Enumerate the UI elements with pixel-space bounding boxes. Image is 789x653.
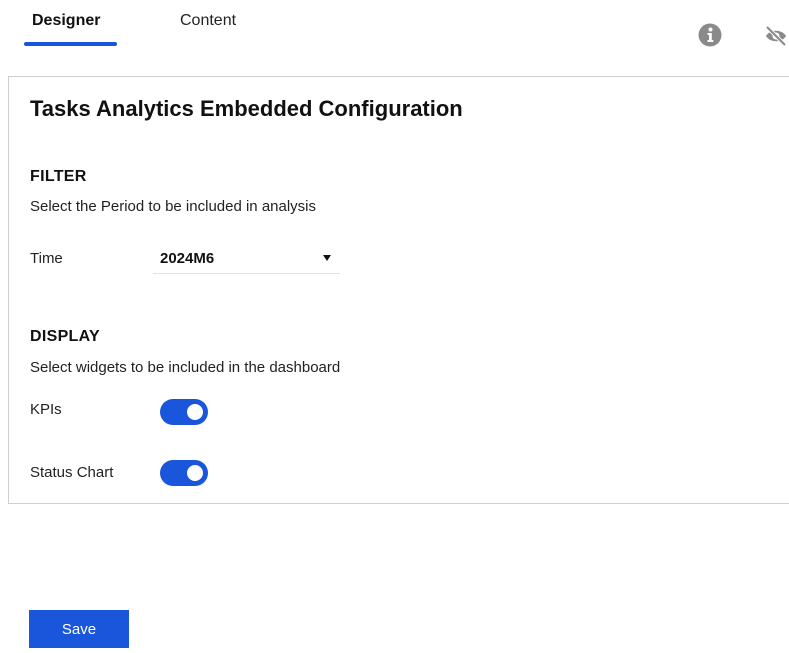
filter-section-title: FILTER <box>30 168 87 185</box>
time-label: Time <box>30 250 63 267</box>
dropdown-arrow-icon <box>323 255 331 261</box>
save-button[interactable]: Save <box>29 610 129 648</box>
status-chart-toggle[interactable] <box>160 460 208 486</box>
toggle-knob <box>187 404 203 420</box>
tab-content[interactable]: Content <box>180 12 236 30</box>
active-tab-indicator <box>24 42 117 46</box>
tab-designer[interactable]: Designer <box>32 12 100 30</box>
kpis-toggle[interactable] <box>160 399 208 425</box>
kpis-label: KPIs <box>30 401 62 418</box>
panel-title: Tasks Analytics Embedded Configuration <box>30 96 463 121</box>
filter-description: Select the Period to be included in anal… <box>30 198 317 215</box>
status-chart-label: Status Chart <box>30 464 114 481</box>
toggle-knob <box>187 465 203 481</box>
info-icon[interactable] <box>698 23 722 47</box>
page-root: Designer Content Tasks Analytics Embedde… <box>0 0 789 653</box>
configuration-panel <box>8 76 789 504</box>
display-description: Select widgets to be included in the das… <box>30 359 341 376</box>
display-section-title: DISPLAY <box>30 328 100 345</box>
time-select-value: 2024M6 <box>160 250 215 267</box>
eye-off-icon[interactable] <box>764 24 789 48</box>
time-select[interactable]: 2024M6 <box>153 244 340 274</box>
